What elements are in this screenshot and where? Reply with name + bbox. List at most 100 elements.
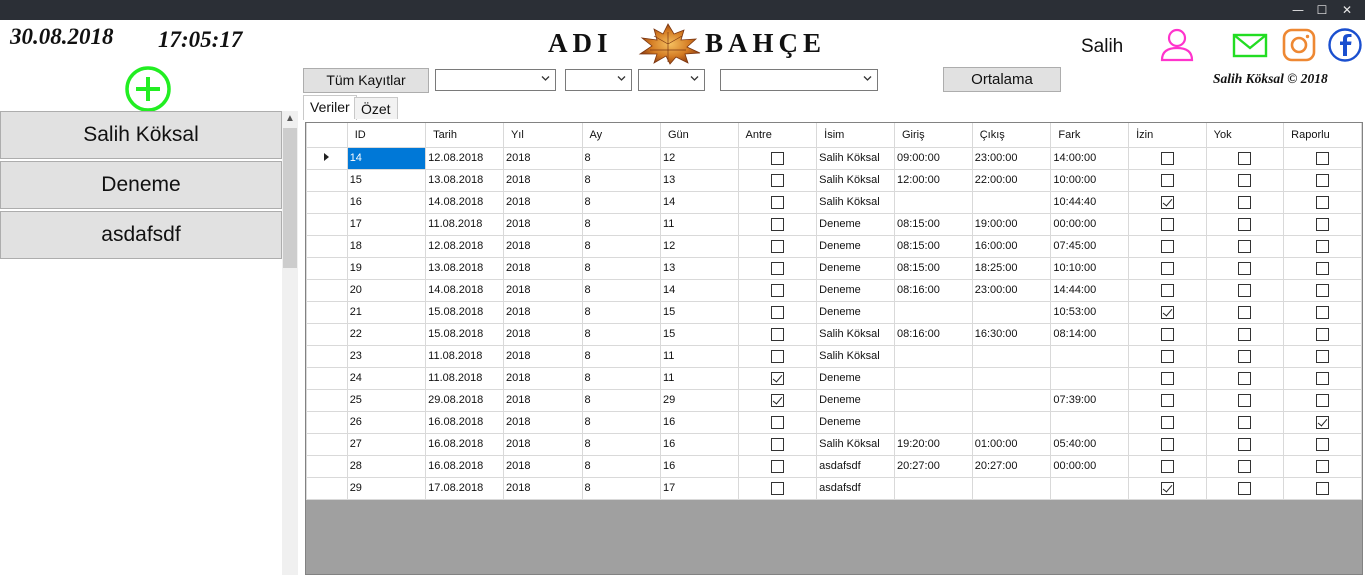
- cell-id[interactable]: 19: [346, 256, 427, 280]
- cell-isim[interactable]: Salih Köksal: [816, 322, 895, 346]
- cell-ay[interactable]: 8: [581, 454, 661, 478]
- cell-yil[interactable]: 2018: [502, 234, 583, 258]
- cell-id[interactable]: 18: [346, 234, 427, 258]
- yok-checkbox[interactable]: [1238, 173, 1252, 187]
- cell-fark[interactable]: 14:00:00: [1050, 146, 1130, 170]
- cell-fark[interactable]: 05:40:00: [1050, 432, 1130, 456]
- table-row[interactable]: 21 15.08.2018 2018 8 15 Deneme 10:53:00: [306, 300, 1362, 324]
- izin-checkbox[interactable]: [1160, 305, 1174, 319]
- raporlu-checkbox[interactable]: [1316, 349, 1330, 363]
- cell-gun[interactable]: 16: [659, 410, 739, 434]
- instagram-icon[interactable]: [1280, 26, 1318, 64]
- antre-checkbox[interactable]: [770, 437, 784, 451]
- antre-checkbox[interactable]: [770, 393, 784, 407]
- table-row[interactable]: 29 17.08.2018 2018 8 17 asdafsdf: [306, 476, 1362, 500]
- raporlu-checkbox[interactable]: [1316, 481, 1330, 495]
- row-header[interactable]: [306, 388, 348, 412]
- table-row[interactable]: 28 16.08.2018 2018 8 16 asdafsdf 20:27:00 20:27…: [306, 454, 1362, 478]
- raporlu-checkbox[interactable]: [1316, 239, 1330, 253]
- table-row[interactable]: 20 14.08.2018 2018 8 14 Deneme 08:16:00 23:00:0…: [306, 278, 1362, 302]
- row-header[interactable]: [306, 344, 348, 368]
- facebook-icon[interactable]: [1326, 26, 1364, 64]
- cell-cikis[interactable]: [971, 300, 1052, 324]
- cell-fark[interactable]: [1050, 410, 1130, 434]
- cell-cikis[interactable]: 16:30:00: [971, 322, 1052, 346]
- cell-ay[interactable]: 8: [581, 300, 661, 324]
- column-header[interactable]: Tarih: [425, 123, 504, 148]
- yok-checkbox[interactable]: [1238, 283, 1252, 297]
- cell-ay[interactable]: 8: [581, 146, 661, 170]
- row-header[interactable]: [306, 366, 348, 390]
- cell-id[interactable]: 26: [346, 410, 427, 434]
- cell-fark[interactable]: 10:44:40: [1050, 190, 1130, 214]
- table-row[interactable]: 14 12.08.2018 2018 8 12 Salih Köksal 09:00:00 2…: [306, 146, 1362, 170]
- mail-icon[interactable]: [1231, 26, 1269, 64]
- cell-isim[interactable]: Deneme: [816, 410, 895, 434]
- cell-giris[interactable]: 08:15:00: [894, 256, 973, 280]
- column-header[interactable]: Çıkış: [971, 123, 1052, 148]
- cell-gun[interactable]: 17: [659, 476, 739, 500]
- cell-gun[interactable]: 15: [659, 322, 739, 346]
- antre-checkbox[interactable]: [770, 151, 784, 165]
- cell-yil[interactable]: 2018: [502, 344, 583, 368]
- row-header[interactable]: [306, 256, 348, 280]
- cell-yil[interactable]: 2018: [502, 366, 583, 390]
- user-list-scrollbar[interactable]: ▲: [282, 111, 298, 575]
- row-header[interactable]: [306, 432, 348, 456]
- cell-tarih[interactable]: 12.08.2018: [425, 146, 504, 170]
- cell-gun[interactable]: 16: [659, 454, 739, 478]
- table-row[interactable]: 16 14.08.2018 2018 8 14 Salih Köksal 10:44:40: [306, 190, 1362, 214]
- row-header[interactable]: [306, 410, 348, 434]
- cell-id[interactable]: 25: [346, 388, 427, 412]
- cell-id[interactable]: 29: [346, 476, 427, 500]
- cell-isim[interactable]: Deneme: [816, 300, 895, 324]
- izin-checkbox[interactable]: [1160, 481, 1174, 495]
- cell-fark[interactable]: 14:44:00: [1050, 278, 1130, 302]
- column-header[interactable]: Gün: [659, 123, 739, 148]
- cell-id[interactable]: 21: [346, 300, 427, 324]
- cell-giris[interactable]: [894, 388, 973, 412]
- cell-fark[interactable]: 08:14:00: [1050, 322, 1130, 346]
- cell-ay[interactable]: 8: [581, 344, 661, 368]
- cell-giris[interactable]: 08:15:00: [894, 234, 973, 258]
- cell-isim[interactable]: Salih Köksal: [816, 168, 895, 192]
- table-row[interactable]: 15 13.08.2018 2018 8 13 Salih Köksal 12:00:00 2…: [306, 168, 1362, 192]
- izin-checkbox[interactable]: [1160, 415, 1174, 429]
- izin-checkbox[interactable]: [1160, 239, 1174, 253]
- table-row[interactable]: 25 29.08.2018 2018 8 29 Deneme 07:39:00: [306, 388, 1362, 412]
- close-button[interactable]: ✕: [1337, 2, 1357, 18]
- izin-checkbox[interactable]: [1160, 393, 1174, 407]
- cell-id[interactable]: 16: [346, 190, 427, 214]
- cell-fark[interactable]: [1050, 344, 1130, 368]
- cell-giris[interactable]: [894, 300, 973, 324]
- izin-checkbox[interactable]: [1160, 327, 1174, 341]
- cell-tarih[interactable]: 29.08.2018: [425, 388, 504, 412]
- raporlu-checkbox[interactable]: [1316, 217, 1330, 231]
- raporlu-checkbox[interactable]: [1316, 393, 1330, 407]
- raporlu-checkbox[interactable]: [1316, 437, 1330, 451]
- cell-cikis[interactable]: 01:00:00: [971, 432, 1052, 456]
- cell-gun[interactable]: 11: [659, 212, 739, 236]
- column-header[interactable]: Fark: [1050, 123, 1130, 148]
- cell-cikis[interactable]: 23:00:00: [971, 278, 1052, 302]
- cell-cikis[interactable]: [971, 388, 1052, 412]
- antre-checkbox[interactable]: [770, 239, 784, 253]
- cell-isim[interactable]: Deneme: [816, 278, 895, 302]
- cell-ay[interactable]: 8: [581, 190, 661, 214]
- cell-tarih[interactable]: 16.08.2018: [425, 410, 504, 434]
- cell-isim[interactable]: Deneme: [816, 234, 895, 258]
- izin-checkbox[interactable]: [1160, 349, 1174, 363]
- tab-summary[interactable]: Özet: [354, 97, 398, 119]
- cell-gun[interactable]: 12: [659, 234, 739, 258]
- cell-tarih[interactable]: 13.08.2018: [425, 256, 504, 280]
- cell-isim[interactable]: Deneme: [816, 366, 895, 390]
- yok-checkbox[interactable]: [1238, 371, 1252, 385]
- column-header[interactable]: Ay: [581, 123, 661, 148]
- antre-checkbox[interactable]: [770, 349, 784, 363]
- cell-id[interactable]: 15: [346, 168, 427, 192]
- average-button[interactable]: Ortalama: [943, 67, 1061, 92]
- cell-gun[interactable]: 13: [659, 168, 739, 192]
- row-header[interactable]: [306, 278, 348, 302]
- izin-checkbox[interactable]: [1160, 261, 1174, 275]
- row-header[interactable]: [306, 476, 348, 500]
